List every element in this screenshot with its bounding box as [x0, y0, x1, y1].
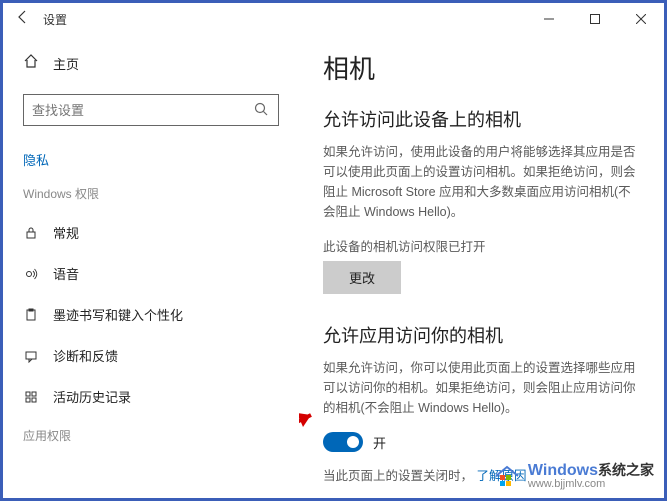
page-title: 相机 [323, 49, 640, 86]
window-title: 设置 [43, 11, 67, 28]
app-access-toggle[interactable] [323, 432, 363, 452]
minimize-button[interactable] [526, 3, 572, 35]
back-button[interactable] [15, 9, 31, 30]
section-privacy: 隐私 [3, 144, 299, 185]
titlebar: 设置 [3, 3, 664, 35]
main-content: 相机 允许访问此设备上的相机 如果允许访问，使用此设备的用户将能够选择其应用是否… [299, 35, 664, 498]
sidebar: 主页 隐私 Windows 权限 常规 语音 墨迹书写和键入个性化 [3, 35, 299, 498]
search-input-container[interactable] [23, 94, 279, 126]
watermark: Windows系统之家 www.bjjmlv.com [492, 460, 654, 490]
nav-label: 活动历史记录 [53, 387, 279, 406]
nav-diagnostics[interactable]: 诊断和反馈 [3, 335, 299, 376]
maximize-button[interactable] [572, 3, 618, 35]
section-device-access-title: 允许访问此设备上的相机 [323, 106, 640, 132]
speech-icon [23, 266, 39, 282]
nav-speech[interactable]: 语音 [3, 253, 299, 294]
clipboard-icon [23, 307, 39, 323]
home-label: 主页 [53, 54, 79, 73]
watermark-logo-icon [492, 462, 522, 488]
nav-app-permissions-truncated: 应用权限 [3, 417, 299, 444]
nav-label: 语音 [53, 264, 279, 283]
feedback-icon [23, 348, 39, 364]
nav-activity-history[interactable]: 活动历史记录 [3, 376, 299, 417]
nav-inking[interactable]: 墨迹书写和键入个性化 [3, 294, 299, 335]
nav-label: 诊断和反馈 [53, 346, 279, 365]
watermark-brand: Windows系统之家 [528, 462, 654, 479]
section-device-access-desc: 如果允许访问，使用此设备的用户将能够选择其应用是否可以使用此页面上的设置访问相机… [323, 142, 640, 222]
group-windows-permissions: Windows 权限 [3, 185, 299, 212]
history-icon [23, 389, 39, 405]
search-input[interactable] [32, 103, 254, 118]
lock-icon [23, 225, 39, 241]
change-button[interactable]: 更改 [323, 261, 401, 294]
close-button[interactable] [618, 3, 664, 35]
device-status: 此设备的相机访问权限已打开 [323, 236, 640, 255]
section-app-access-desc: 如果允许访问，你可以使用此页面上的设置选择哪些应用可以访问你的相机。如果拒绝访问… [323, 358, 640, 418]
section-app-access-title: 允许应用访问你的相机 [323, 322, 640, 348]
nav-label: 常规 [53, 223, 279, 242]
search-icon [254, 102, 270, 118]
watermark-url: www.bjjmlv.com [528, 478, 654, 490]
nav-label: 墨迹书写和键入个性化 [53, 305, 279, 324]
home-nav[interactable]: 主页 [3, 43, 299, 84]
nav-general[interactable]: 常规 [3, 212, 299, 253]
home-icon [23, 53, 39, 74]
toggle-state-label: 开 [373, 433, 386, 452]
